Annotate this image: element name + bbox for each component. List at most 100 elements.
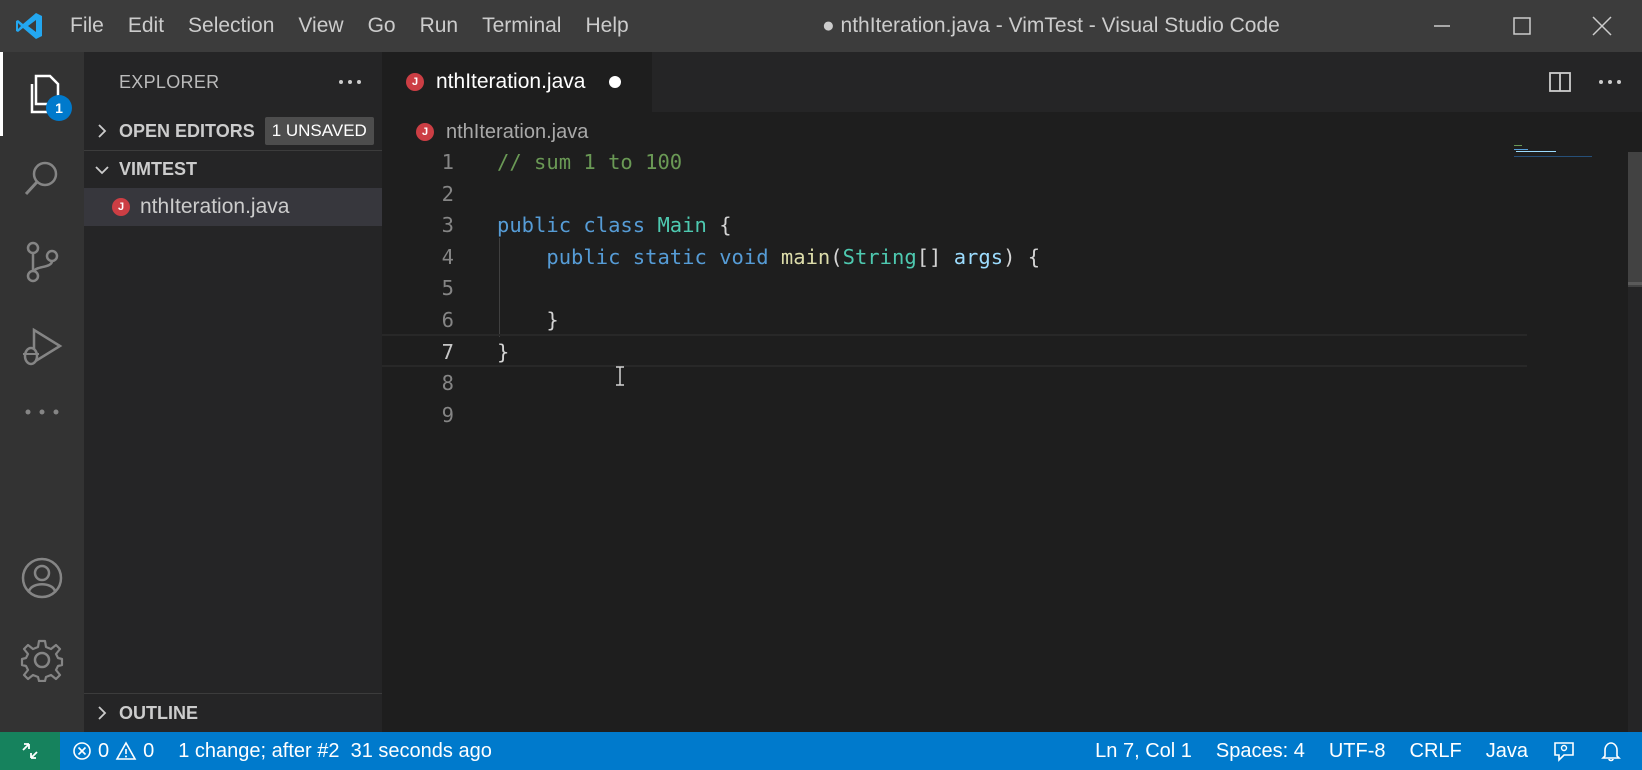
open-editors-section[interactable]: OPEN EDITORS 1 UNSAVED: [84, 112, 382, 150]
window-title: ● nthIteration.java - VimTest - Visual S…: [822, 14, 1280, 37]
java-file-icon: J: [406, 73, 424, 91]
minimap[interactable]: [1512, 143, 1592, 173]
menu-help[interactable]: Help: [573, 0, 640, 52]
minimize-button[interactable]: [1402, 0, 1482, 52]
scrollbar-cursor-marker: [1628, 282, 1642, 285]
tab-nthiteration[interactable]: J nthIteration.java: [382, 52, 652, 112]
file-item-label: nthIteration.java: [140, 195, 290, 218]
line-content: // sum 1 to 100: [497, 150, 683, 174]
menu-terminal[interactable]: Terminal: [470, 0, 573, 52]
folder-label: VIMTEST: [119, 159, 198, 179]
line-ending[interactable]: CRLF: [1398, 740, 1474, 763]
more-actions-icon[interactable]: [338, 79, 362, 85]
explorer-sidebar: EXPLORER OPEN EDITORS 1 UNSAVED VIMTEST …: [84, 52, 382, 732]
java-file-icon: J: [416, 123, 434, 141]
outline-section[interactable]: OUTLINE: [84, 693, 382, 732]
settings-gear-icon: [20, 639, 64, 682]
maximize-icon: [1513, 17, 1531, 35]
unsaved-badge: 1 UNSAVED: [264, 117, 374, 145]
scrollbar-thumb[interactable]: [1628, 152, 1642, 287]
error-count: 0: [98, 739, 110, 762]
cursor-position[interactable]: Ln 7, Col 1: [1083, 740, 1204, 763]
split-editor-icon[interactable]: [1548, 71, 1572, 93]
menu-view[interactable]: View: [286, 0, 355, 52]
menu-selection[interactable]: Selection: [176, 0, 286, 52]
settings-activity[interactable]: [0, 618, 84, 702]
code-line: 8: [382, 367, 1527, 400]
line-number: 5: [441, 276, 454, 300]
editor-actions: [1548, 52, 1622, 112]
explorer-title: EXPLORER: [119, 71, 220, 92]
status-bar: 0 0 1 change; after #2 31 seconds ago Ln…: [0, 732, 1642, 770]
close-icon: [1592, 16, 1612, 36]
open-editors-label: OPEN EDITORS: [119, 120, 255, 141]
line-content: }: [497, 340, 510, 364]
indentation[interactable]: Spaces: 4: [1204, 740, 1317, 763]
close-button[interactable]: [1562, 0, 1642, 52]
minimize-icon: [1434, 25, 1450, 27]
code-line: 2: [382, 178, 1527, 211]
line-number: 9: [441, 403, 454, 427]
encoding[interactable]: UTF-8: [1317, 740, 1398, 763]
explorer-badge: 1: [46, 95, 72, 121]
code-line: 4 public static void main(String[] args)…: [382, 241, 1527, 274]
code-editor[interactable]: 1 // sum 1 to 100 2 3 public class Main …: [382, 150, 1642, 732]
source-control-activity[interactable]: [0, 220, 84, 304]
remote-indicator[interactable]: [0, 732, 60, 770]
breadcrumb-file[interactable]: nthIteration.java: [446, 121, 588, 144]
account-activity[interactable]: [0, 536, 84, 620]
folder-section[interactable]: VIMTEST: [84, 150, 382, 188]
more-activity[interactable]: [0, 370, 84, 454]
source-control-icon: [26, 241, 59, 283]
code-line: 5: [382, 272, 1527, 305]
language-mode[interactable]: Java: [1474, 740, 1540, 763]
feedback-icon: [1554, 742, 1574, 762]
explorer-activity[interactable]: 1: [0, 52, 84, 136]
chevron-right-icon: [84, 123, 119, 139]
line-content: }: [546, 308, 559, 332]
problems-indicator[interactable]: 0 0: [60, 740, 166, 763]
code-line: 9: [382, 399, 1527, 432]
code-line: 1 // sum 1 to 100: [382, 146, 1527, 179]
chevron-right-icon: [84, 705, 119, 721]
bell-icon: [1601, 742, 1621, 762]
code-line: 3 public class Main {: [382, 209, 1527, 242]
unsaved-dot-icon[interactable]: [609, 76, 622, 88]
activity-bar: 1: [0, 52, 84, 732]
java-file-icon: J: [112, 198, 130, 216]
line-number: 3: [441, 213, 454, 237]
remote-icon: [22, 743, 38, 759]
editor-scrollbar[interactable]: [1628, 152, 1642, 732]
line-content: public class Main {: [497, 213, 732, 237]
tab-label: nthIteration.java: [436, 70, 586, 93]
line-number: 6: [441, 308, 454, 332]
undo-info: 1 change; after #2 31 seconds ago: [178, 739, 492, 762]
search-activity[interactable]: [0, 136, 84, 220]
search-icon: [24, 161, 58, 196]
line-number: 8: [441, 371, 454, 395]
notifications-button[interactable]: [1588, 740, 1634, 762]
line-number: 2: [441, 182, 454, 206]
line-number: 1: [441, 150, 454, 174]
text-cursor-icon: [616, 366, 624, 386]
menu-file[interactable]: File: [58, 0, 116, 52]
window-controls: [1402, 0, 1642, 52]
run-debug-icon: [23, 327, 63, 366]
vscode-logo-icon: [0, 0, 58, 52]
editor-tabs: J nthIteration.java: [382, 52, 1642, 112]
menu-run[interactable]: Run: [408, 0, 471, 52]
account-icon: [21, 557, 63, 599]
line-number: 7: [441, 340, 454, 364]
line-number: 4: [441, 245, 454, 269]
code-line-current: 7 }: [382, 334, 1527, 367]
menu-go[interactable]: Go: [356, 0, 408, 52]
file-item-nthiteration[interactable]: J nthIteration.java: [84, 188, 382, 226]
maximize-button[interactable]: [1482, 0, 1562, 52]
more-actions-icon[interactable]: [1598, 79, 1622, 85]
menu-edit[interactable]: Edit: [116, 0, 176, 52]
title-bar: File Edit Selection View Go Run Terminal…: [0, 0, 1642, 52]
feedback-button[interactable]: [1540, 740, 1588, 762]
explorer-header: EXPLORER: [84, 52, 382, 112]
status-bar-right: Ln 7, Col 1 Spaces: 4 UTF-8 CRLF Java: [1083, 732, 1634, 770]
line-content: public static void main(String[] args) {: [546, 245, 1041, 269]
